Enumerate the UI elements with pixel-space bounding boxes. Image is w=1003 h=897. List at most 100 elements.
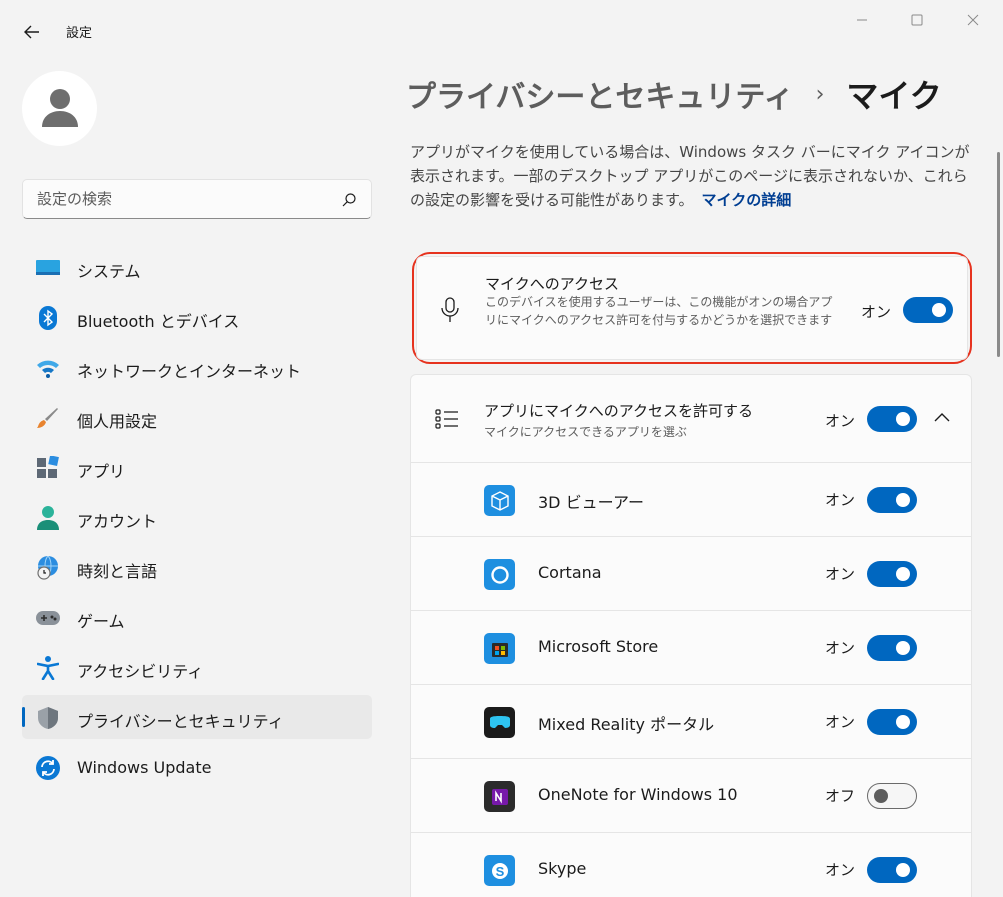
- description-text: アプリがマイクを使用している場合は、Windows タスク バーにマイク アイコ…: [410, 143, 970, 209]
- mic-learn-more-link[interactable]: マイクの詳細: [702, 191, 792, 209]
- maximize-button[interactable]: [897, 8, 937, 32]
- sidebar-item-network[interactable]: ネットワークとインターネット: [22, 345, 372, 389]
- app-toggle-onenote[interactable]: [867, 783, 917, 809]
- shield-icon: [36, 706, 60, 730]
- sidebar-item-time-language[interactable]: 時刻と言語: [22, 545, 372, 589]
- apps-access-header[interactable]: アプリにマイクへのアクセスを許可する マイクにアクセスできるアプリを選ぶ オン: [411, 375, 971, 463]
- sidebar-item-apps[interactable]: アプリ: [22, 445, 372, 489]
- app-row: S Skype オン: [411, 833, 971, 897]
- sidebar-item-windows-update[interactable]: Windows Update: [22, 745, 372, 789]
- search-input[interactable]: [23, 180, 333, 218]
- app-name: 3D ビューアー: [538, 493, 644, 512]
- skype-icon: S: [484, 855, 515, 886]
- app-row: Mixed Reality ポータル オン: [411, 685, 971, 759]
- mic-access-toggle[interactable]: [903, 297, 953, 323]
- app-state-label: オフ: [825, 787, 856, 805]
- time-language-icon: [36, 556, 60, 580]
- mixed-reality-icon: [484, 707, 515, 738]
- sidebar-item-privacy-security[interactable]: プライバシーとセキュリティ: [22, 695, 372, 739]
- app-state-label: オン: [825, 861, 856, 879]
- sidebar-item-label: アプリ: [77, 462, 126, 481]
- close-icon: [967, 14, 979, 26]
- back-arrow-icon: [24, 25, 39, 39]
- wifi-icon: [36, 356, 60, 380]
- back-button[interactable]: [18, 20, 46, 44]
- svg-text:S: S: [495, 864, 504, 879]
- avatar[interactable]: [22, 71, 97, 146]
- sidebar-item-label: プライバシーとセキュリティ: [77, 712, 284, 731]
- breadcrumb: プライバシーとセキュリティ › マイク: [406, 72, 942, 116]
- toggle-knob: [896, 715, 910, 729]
- sidebar-item-bluetooth[interactable]: Bluetooth とデバイス: [22, 295, 372, 339]
- scrollbar[interactable]: [997, 152, 1000, 357]
- 3d-viewer-icon: [484, 485, 515, 516]
- sidebar-item-gaming[interactable]: ゲーム: [22, 595, 372, 639]
- page-description: アプリがマイクを使用している場合は、Windows タスク バーにマイク アイコ…: [410, 140, 975, 212]
- person-icon: [41, 88, 78, 127]
- sidebar-item-accounts[interactable]: アカウント: [22, 495, 372, 539]
- store-icon: [484, 633, 515, 664]
- gamepad-icon: [36, 606, 60, 630]
- sidebar-nav: システム Bluetooth とデバイス ネットワークとインターネット 個人用設…: [22, 245, 372, 795]
- apps-access-title: アプリにマイクへのアクセスを許可する: [484, 402, 753, 420]
- apps-access-card: アプリにマイクへのアクセスを許可する マイクにアクセスできるアプリを選ぶ オン …: [410, 374, 972, 897]
- app-toggle-3d-viewer[interactable]: [867, 487, 917, 513]
- app-name: OneNote for Windows 10: [538, 785, 738, 804]
- breadcrumb-parent[interactable]: プライバシーとセキュリティ: [406, 72, 794, 116]
- title-bar: 設定: [0, 0, 1003, 60]
- sidebar-item-system[interactable]: システム: [22, 245, 372, 289]
- chevron-up-icon[interactable]: [933, 411, 951, 423]
- system-icon: [36, 256, 60, 280]
- sidebar-item-personalization[interactable]: 個人用設定: [22, 395, 372, 439]
- search-icon[interactable]: [341, 192, 357, 208]
- close-button[interactable]: [953, 8, 993, 32]
- app-toggle-microsoft-store[interactable]: [867, 635, 917, 661]
- accessibility-icon: [36, 656, 60, 680]
- app-name: Microsoft Store: [538, 637, 659, 656]
- app-toggle-mixed-reality[interactable]: [867, 709, 917, 735]
- toggle-knob: [896, 412, 910, 426]
- app-row: Cortana オン: [411, 537, 971, 611]
- sidebar-item-label: ネットワークとインターネット: [77, 362, 302, 381]
- sidebar-item-label: アカウント: [77, 512, 158, 531]
- apps-access-toggle[interactable]: [867, 406, 917, 432]
- app-name: Skype: [538, 859, 587, 878]
- sidebar-item-accessibility[interactable]: アクセシビリティ: [22, 645, 372, 689]
- toggle-knob: [874, 789, 888, 803]
- sidebar-item-label: システム: [77, 262, 141, 281]
- toggle-knob: [932, 303, 946, 317]
- app-state-label: オン: [825, 713, 856, 731]
- apps-access-description: マイクにアクセスできるアプリを選ぶ: [484, 425, 687, 439]
- mic-access-description: このデバイスを使用するユーザーは、この機能がオンの場合アプリにマイクへのアクセス…: [485, 295, 833, 327]
- maximize-icon: [911, 14, 923, 26]
- minimize-icon: [857, 19, 867, 21]
- app-state-label: オン: [825, 565, 856, 583]
- update-icon: [36, 756, 60, 780]
- apps-icon: [36, 456, 60, 480]
- app-state-label: オン: [825, 639, 856, 657]
- sidebar-item-label: 時刻と言語: [77, 562, 158, 581]
- app-toggle-skype[interactable]: [867, 857, 917, 883]
- list-icon: [435, 409, 458, 429]
- brush-icon: [36, 406, 60, 430]
- search-box[interactable]: [22, 179, 372, 219]
- toggle-knob: [896, 641, 910, 655]
- toggle-knob: [896, 567, 910, 581]
- breadcrumb-separator: ›: [815, 81, 825, 107]
- account-icon: [36, 506, 60, 530]
- app-toggle-cortana[interactable]: [867, 561, 917, 587]
- toggle-knob: [896, 863, 910, 877]
- sidebar-item-label: アクセシビリティ: [77, 662, 204, 681]
- app-row: OneNote for Windows 10 オフ: [411, 759, 971, 833]
- app-row: Microsoft Store オン: [411, 611, 971, 685]
- minimize-button[interactable]: [842, 8, 882, 32]
- apps-access-state-label: オン: [825, 412, 856, 430]
- app-title: 設定: [66, 26, 93, 41]
- app-row: 3D ビューアー オン: [411, 463, 971, 537]
- microphone-icon: [441, 297, 459, 322]
- app-name: Cortana: [538, 563, 602, 582]
- mic-access-card: マイクへのアクセス このデバイスを使用するユーザーは、この機能がオンの場合アプリ…: [416, 256, 968, 360]
- app-name: Mixed Reality ポータル: [538, 715, 715, 734]
- selected-indicator: [22, 707, 25, 727]
- onenote-icon: [484, 781, 515, 812]
